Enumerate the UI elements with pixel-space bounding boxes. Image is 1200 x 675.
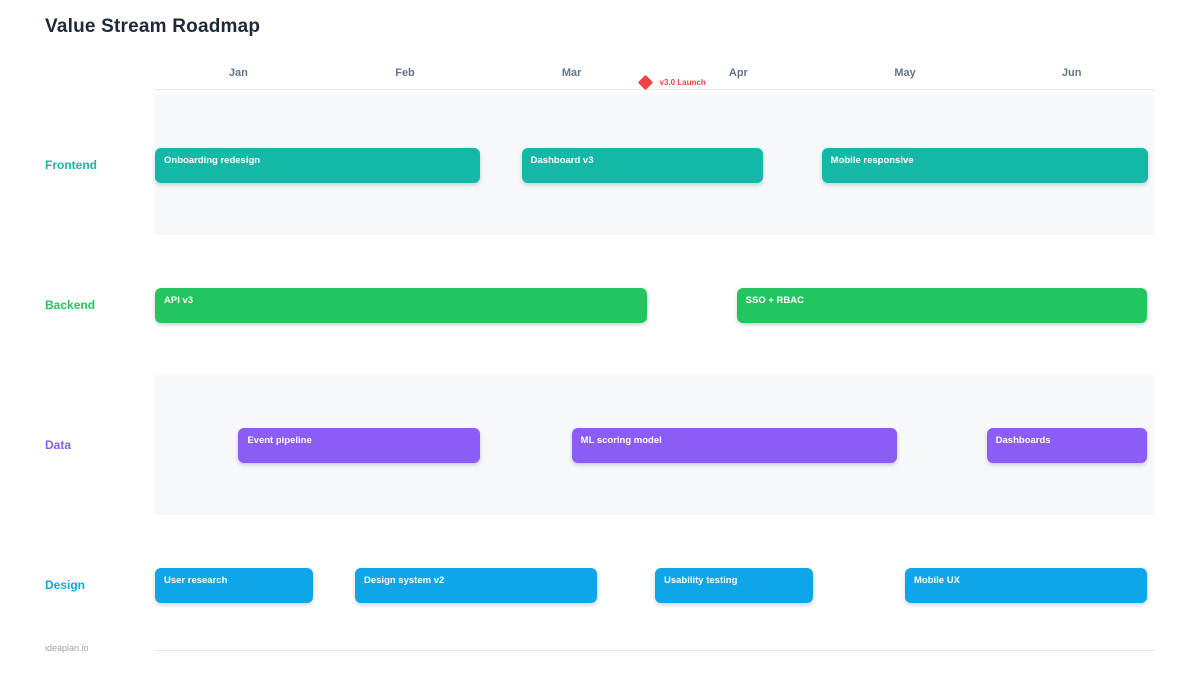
task-bar-label: SSO + RBAC bbox=[745, 294, 804, 306]
task-bar-label: ML scoring model bbox=[580, 434, 662, 446]
lane-track-data: Event pipeline ML scoring model Dashboards bbox=[155, 375, 1155, 515]
lane-track-backend: API v3 SSO + RBAC bbox=[155, 235, 1155, 375]
page-title: Value Stream Roadmap bbox=[45, 16, 261, 37]
month-label-jan: Jan bbox=[228, 67, 248, 79]
month-label-mar: Mar bbox=[561, 67, 582, 79]
lane-row-design: Design User research Design system v2 Usabi… bbox=[0, 515, 1155, 655]
task-bar[interactable]: ML scoring model bbox=[571, 427, 897, 463]
task-bar[interactable]: SSO + RBAC bbox=[736, 287, 1147, 323]
lane-label-frontend: Frontend bbox=[45, 158, 97, 172]
task-bar[interactable]: Usability testing bbox=[655, 567, 814, 603]
task-bar[interactable]: Dashboard v3 bbox=[521, 147, 764, 183]
task-bar[interactable]: Dashboards bbox=[986, 427, 1147, 463]
task-bar-label: Dashboards bbox=[995, 434, 1051, 446]
task-bar[interactable]: Design system v2 bbox=[355, 567, 597, 603]
task-bar-label: Event pipeline bbox=[247, 434, 312, 446]
task-bar-label: API v3 bbox=[164, 294, 194, 306]
brand-watermark: ideaplan.io bbox=[45, 643, 89, 653]
milestone-label: v3.0 Launch bbox=[659, 77, 706, 87]
milestone-marker[interactable]: v3.0 Launch bbox=[637, 74, 706, 90]
task-bar-label: Onboarding redesign bbox=[164, 154, 261, 166]
task-bar[interactable]: Mobile UX bbox=[905, 567, 1147, 603]
lane-row-backend: Backend API v3 SSO + RBAC bbox=[0, 235, 1155, 375]
lane-row-frontend: Frontend Onboarding redesign Dashboard v3 M… bbox=[0, 95, 1155, 235]
task-bar-label: User research bbox=[164, 574, 228, 586]
month-label-jun: Jun bbox=[1061, 67, 1082, 79]
lane-label-design: Design bbox=[45, 578, 86, 592]
task-bar-label: Mobile UX bbox=[914, 574, 960, 586]
task-bar-label: Usability testing bbox=[664, 574, 738, 586]
footer-divider bbox=[155, 650, 1155, 651]
month-label-feb: Feb bbox=[395, 67, 415, 79]
timeline-header: Jan Feb Mar Apr May Jun v3.0 Launch bbox=[155, 60, 1155, 90]
milestone-diamond-icon bbox=[637, 74, 653, 90]
lane-track-frontend: Onboarding redesign Dashboard v3 Mobile re… bbox=[155, 95, 1155, 235]
roadmap-lanes: Frontend Onboarding redesign Dashboard v3 M… bbox=[0, 95, 1155, 655]
lane-label-backend: Backend bbox=[45, 298, 96, 312]
month-label-may: May bbox=[894, 67, 916, 79]
task-bar[interactable]: API v3 bbox=[155, 287, 647, 323]
task-bar[interactable]: User research bbox=[155, 567, 314, 603]
task-bar[interactable]: Event pipeline bbox=[238, 427, 480, 463]
task-bar[interactable]: Mobile responsive bbox=[821, 147, 1149, 183]
task-bar-label: Mobile responsive bbox=[830, 154, 914, 166]
task-bar-label: Dashboard v3 bbox=[530, 154, 594, 166]
task-bar-label: Design system v2 bbox=[364, 574, 445, 586]
lane-label-data: Data bbox=[45, 438, 72, 452]
lane-track-design: User research Design system v2 Usability t… bbox=[155, 515, 1155, 655]
lane-row-data: Data Event pipeline ML scoring model Dashbo… bbox=[0, 375, 1155, 515]
task-bar[interactable]: Onboarding redesign bbox=[155, 147, 480, 183]
